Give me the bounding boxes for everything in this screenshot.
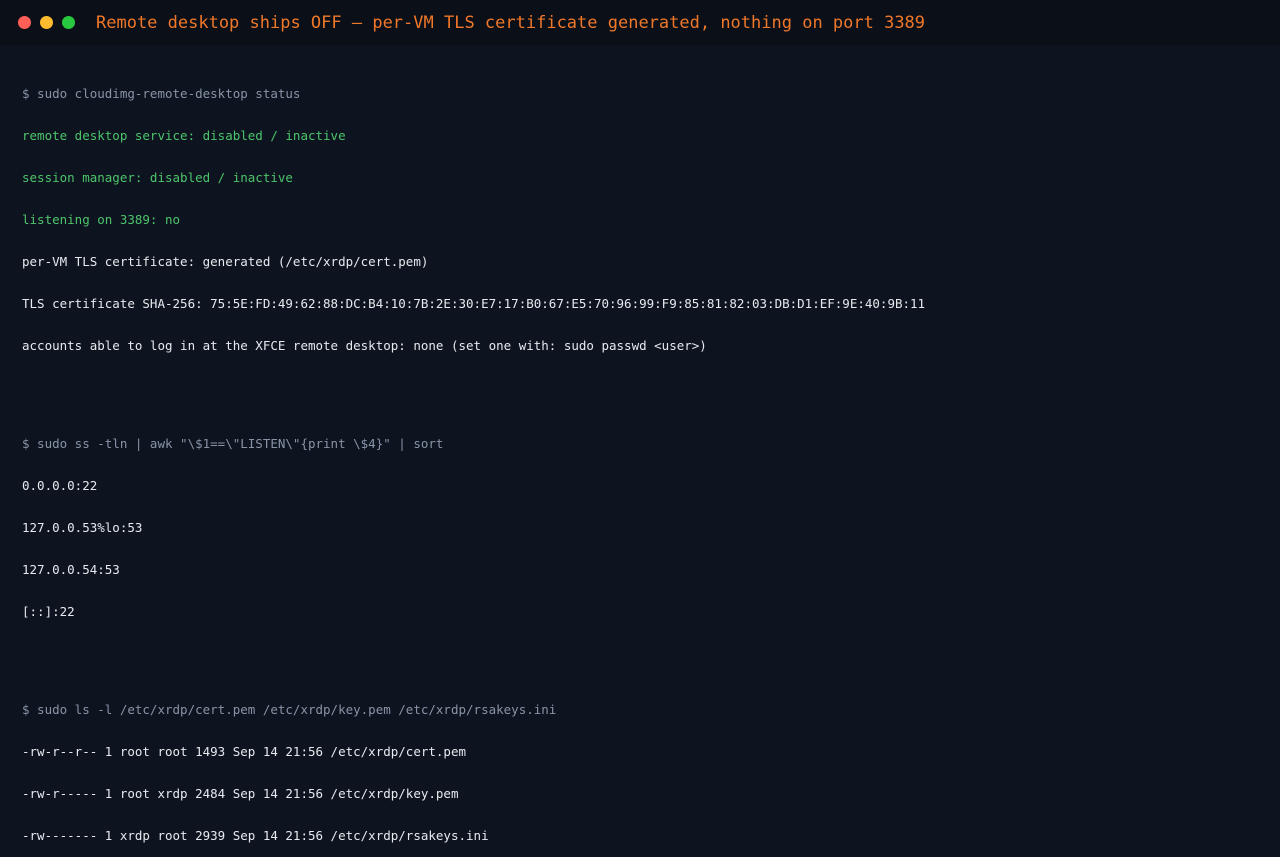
output-line: 0.0.0.0:22: [22, 479, 98, 493]
output-line: 127.0.0.54:53: [22, 563, 120, 577]
status-line: remote desktop service: disabled / inact…: [22, 129, 346, 143]
output-line: accounts able to log in at the XFCE remo…: [22, 339, 707, 353]
close-window-dot[interactable]: [18, 16, 31, 29]
terminal-output[interactable]: $ sudo cloudimg-remote-desktop status re…: [22, 59, 1262, 857]
output-line: TLS certificate SHA-256: 75:5E:FD:49:62:…: [22, 297, 926, 311]
minimize-window-dot[interactable]: [40, 16, 53, 29]
command-line: $ sudo ss -tln | awk "\$1==\"LISTEN\"{pr…: [22, 437, 444, 451]
output-line: 127.0.0.53%lo:53: [22, 521, 143, 535]
command-line: $ sudo ls -l /etc/xrdp/cert.pem /etc/xrd…: [22, 703, 557, 717]
output-line: -rw-r--r-- 1 root root 1493 Sep 14 21:56…: [22, 745, 467, 759]
window-titlebar: Remote desktop ships OFF — per-VM TLS ce…: [0, 0, 1280, 45]
status-line: session manager: disabled / inactive: [22, 171, 293, 185]
output-line: [::]:22: [22, 605, 75, 619]
status-line: listening on 3389: no: [22, 213, 181, 227]
output-line: per-VM TLS certificate: generated (/etc/…: [22, 255, 429, 269]
window-title: Remote desktop ships OFF — per-VM TLS ce…: [96, 13, 926, 33]
command-line: $ sudo cloudimg-remote-desktop status: [22, 87, 301, 101]
maximize-window-dot[interactable]: [62, 16, 75, 29]
output-line: -rw------- 1 xrdp root 2939 Sep 14 21:56…: [22, 829, 489, 843]
output-line: -rw-r----- 1 root xrdp 2484 Sep 14 21:56…: [22, 787, 459, 801]
